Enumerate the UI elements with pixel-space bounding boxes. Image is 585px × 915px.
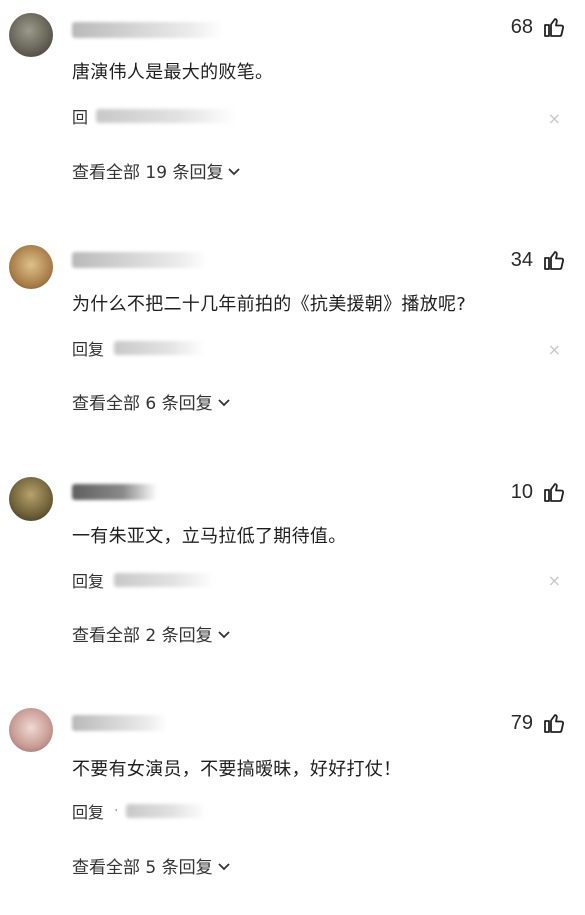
chevron-down-icon: [217, 862, 230, 870]
username[interactable]: [72, 22, 222, 38]
view-replies-button[interactable]: 查看全部 19 条回复: [72, 158, 241, 183]
chevron-down-icon: [217, 630, 230, 638]
reply-button[interactable]: 回复: [72, 799, 104, 823]
close-icon[interactable]: ×: [548, 111, 561, 127]
reply-row: 回: [72, 104, 237, 128]
like-count: 79: [510, 712, 533, 734]
username[interactable]: [72, 484, 157, 500]
reply-row: 回复 ·: [72, 799, 207, 823]
thumbs-up-icon[interactable]: [542, 15, 566, 39]
view-replies-button[interactable]: 查看全部 5 条回复: [72, 853, 231, 878]
thumbs-up-icon[interactable]: [542, 711, 566, 735]
reply-row: 回复: [72, 568, 215, 592]
avatar[interactable]: [9, 477, 53, 521]
reply-button[interactable]: 回复: [72, 336, 104, 360]
like-count: 34: [510, 249, 533, 271]
avatar[interactable]: [9, 708, 53, 752]
comment-text: 为什么不把二十几年前拍的《抗美援朝》播放呢?: [72, 294, 467, 315]
comment-text: 一有朱亚文，立马拉低了期待值。: [72, 526, 347, 547]
view-replies-label: 查看全部 19 条回复: [72, 163, 224, 183]
view-replies-label: 查看全部 5 条回复: [72, 858, 213, 878]
timestamp: [96, 109, 237, 123]
thumbs-up-icon[interactable]: [542, 248, 566, 272]
timestamp: [114, 341, 205, 355]
view-replies-button[interactable]: 查看全部 6 条回复: [72, 389, 231, 414]
view-replies-label: 查看全部 2 条回复: [72, 626, 213, 646]
timestamp: [126, 804, 207, 818]
timestamp: [114, 573, 215, 587]
comment-text: 唐演伟人是最大的败笔。: [72, 62, 274, 83]
avatar[interactable]: [9, 245, 53, 289]
chevron-down-icon: [228, 167, 241, 175]
avatar[interactable]: [9, 13, 53, 57]
reply-button[interactable]: 回复: [72, 568, 104, 592]
view-replies-label: 查看全部 6 条回复: [72, 394, 213, 414]
close-icon[interactable]: ×: [548, 342, 561, 358]
close-icon[interactable]: ×: [548, 573, 561, 589]
like-count: 10: [510, 481, 533, 503]
chevron-down-icon: [217, 398, 230, 406]
thumbs-up-icon[interactable]: [542, 480, 566, 504]
comment-text: 不要有女演员，不要搞暧昧，好好打仗！: [72, 759, 402, 780]
view-replies-button[interactable]: 查看全部 2 条回复: [72, 621, 231, 646]
username[interactable]: [72, 715, 167, 731]
reply-row: 回复: [72, 336, 205, 360]
username[interactable]: [72, 252, 207, 268]
like-count: 68: [510, 16, 533, 38]
reply-button[interactable]: 回: [72, 104, 88, 128]
separator-dot: ·: [114, 803, 119, 819]
